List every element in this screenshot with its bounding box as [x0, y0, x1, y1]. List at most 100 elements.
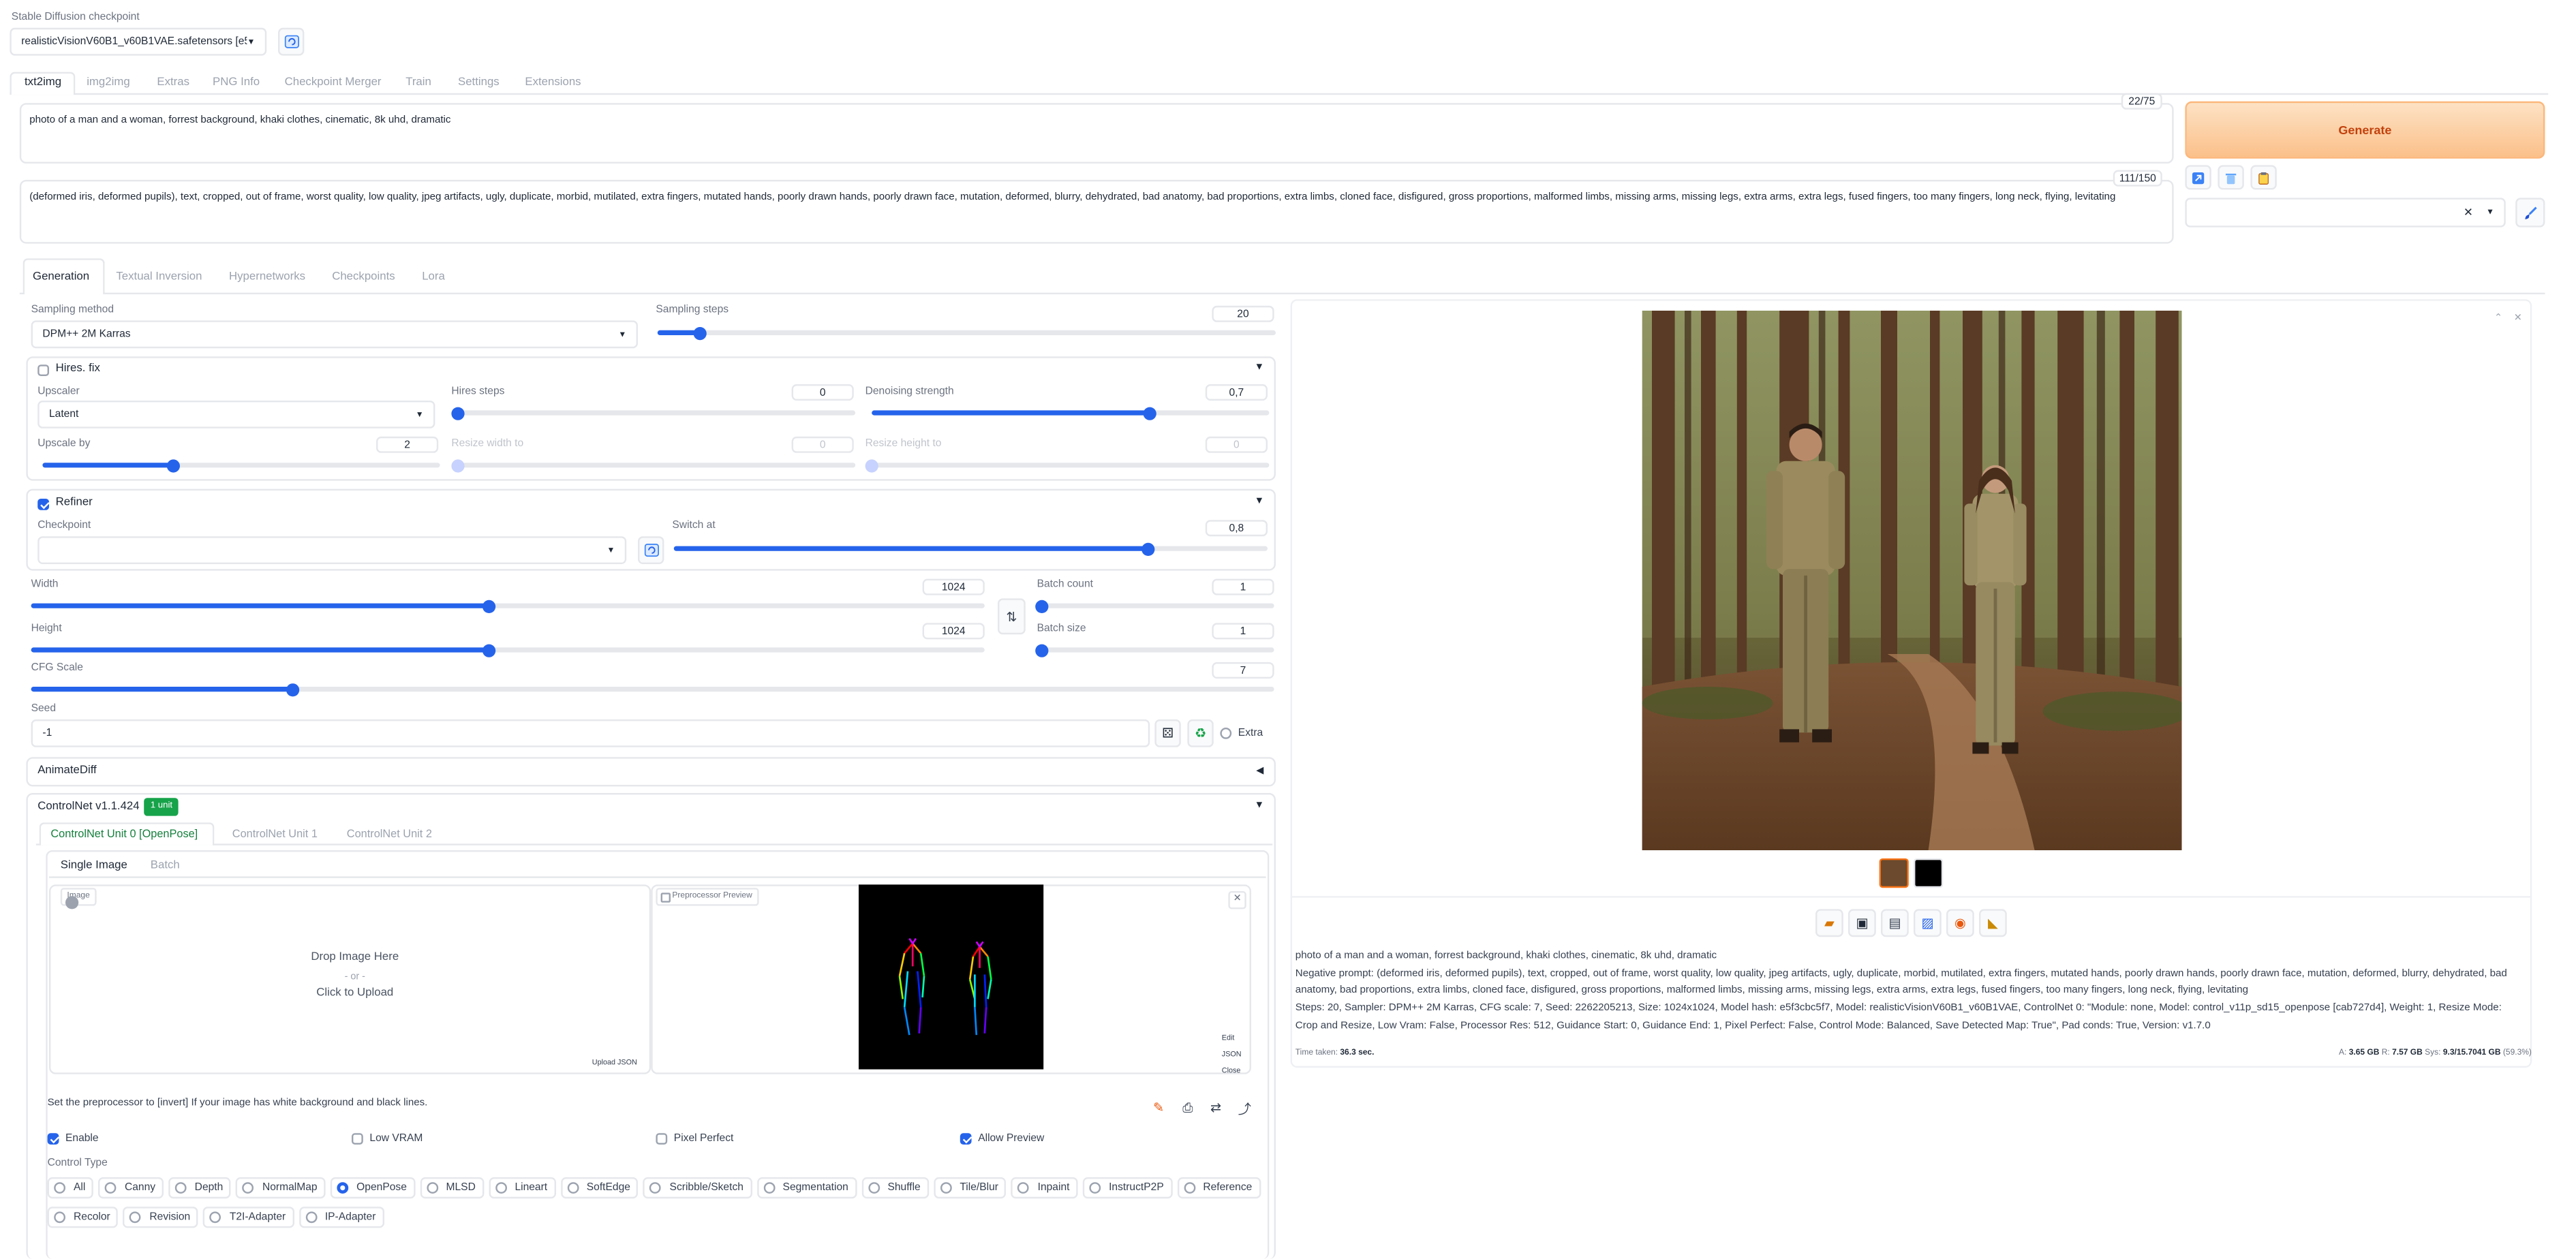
height-slider[interactable] [31, 643, 985, 657]
tab-controlnet-unit-0[interactable]: ControlNet Unit 0 [OpenPose] [50, 829, 198, 841]
radio-button[interactable] [305, 1211, 317, 1224]
radio-button[interactable] [426, 1182, 438, 1194]
tab-train[interactable]: Train [405, 77, 431, 89]
radio-button[interactable] [763, 1182, 775, 1194]
radio-button[interactable] [495, 1182, 507, 1194]
tab-single-image[interactable]: Single Image [61, 860, 127, 871]
control-type-openpose[interactable]: OpenPose [330, 1177, 415, 1199]
allow-preview-checkbox[interactable] [960, 1133, 972, 1145]
batch-count-slider[interactable] [1035, 599, 1274, 612]
clipboard-button[interactable] [2250, 165, 2277, 190]
hires-fix-checkbox[interactable] [37, 364, 49, 376]
styles-select[interactable]: ✕ ▼ [2185, 198, 2506, 228]
generate-button[interactable]: Generate [2185, 101, 2545, 159]
swap-dimensions-button[interactable]: ⇅ [998, 598, 1026, 635]
upload-json-button[interactable]: Upload JSON [592, 1058, 637, 1066]
control-type-all[interactable]: All [47, 1177, 94, 1199]
negative-prompt-textarea[interactable]: (deformed iris, deformed pupils), text, … [19, 180, 2174, 244]
control-type-inpaint[interactable]: Inpaint [1011, 1177, 1078, 1199]
tab-checkpoints[interactable]: Checkpoints [332, 271, 395, 283]
batch-size-slider[interactable] [1035, 643, 1274, 657]
swap-icon[interactable]: ⇄ [1210, 1100, 1221, 1115]
seed-input[interactable]: -1 [31, 719, 1150, 747]
control-type-scribble-sketch[interactable]: Scribble/Sketch [643, 1177, 752, 1199]
radio-button[interactable] [940, 1182, 952, 1194]
tab-lora[interactable]: Lora [422, 271, 445, 283]
enable-checkbox[interactable] [47, 1133, 59, 1145]
cfg-input[interactable]: 7 [1212, 662, 1274, 679]
resize-width-input[interactable]: 0 [791, 436, 854, 453]
sampling-steps-slider[interactable] [657, 326, 1276, 340]
trash-button[interactable] [2218, 165, 2244, 190]
expand-icon[interactable]: ◀ [1256, 765, 1263, 777]
switch-at-slider[interactable] [673, 542, 1268, 555]
close-gallery-icon[interactable]: ✕ [2514, 312, 2522, 324]
upscale-by-slider[interactable] [42, 458, 440, 472]
collapse-icon[interactable]: ▼ [1255, 363, 1264, 373]
upscale-by-input[interactable]: 2 [376, 436, 439, 453]
radio-button[interactable] [1183, 1182, 1195, 1194]
expand-gallery-icon[interactable]: ⌃ [2494, 312, 2502, 324]
switch-at-input[interactable]: 0,8 [1205, 520, 1268, 537]
tab-batch[interactable]: Batch [151, 860, 180, 871]
reuse-seed-button[interactable]: ♻ [1187, 719, 1214, 747]
control-type-instructp2p[interactable]: InstructP2P [1082, 1177, 1172, 1199]
checkpoint-select[interactable]: realisticVisionV60B1_v60B1VAE.safetensor… [10, 27, 267, 56]
camera-icon[interactable]: ⎙ [1182, 1100, 1193, 1117]
control-type-recolor[interactable]: Recolor [47, 1207, 119, 1228]
control-type-softedge[interactable]: SoftEdge [560, 1177, 639, 1199]
tab-controlnet-unit-2[interactable]: ControlNet Unit 2 [347, 829, 432, 841]
radio-button[interactable] [105, 1182, 117, 1194]
read-params-button[interactable] [2185, 165, 2211, 190]
pixel-perfect-checkbox[interactable] [656, 1133, 668, 1145]
refiner-checkpoint-select[interactable]: ▼ [37, 536, 627, 565]
animatediff-panel[interactable] [26, 757, 1276, 787]
control-type-mlsd[interactable]: MLSD [420, 1177, 484, 1199]
edit-styles-button[interactable] [2515, 198, 2545, 228]
save-button[interactable]: ▣ [1848, 909, 1876, 937]
radio-button[interactable] [54, 1211, 65, 1224]
refresh-refiner-button[interactable] [638, 536, 664, 565]
sampling-method-select[interactable]: DPM++ 2M Karras ▼ [31, 320, 639, 349]
control-type-normalmap[interactable]: NormalMap [236, 1177, 326, 1199]
resize-height-input[interactable]: 0 [1205, 436, 1268, 453]
clear-icon[interactable]: ✕ [2464, 206, 2473, 219]
radio-button[interactable] [649, 1182, 662, 1194]
height-input[interactable]: 1024 [922, 623, 985, 640]
thumbnail-pose-map[interactable] [1914, 858, 1944, 888]
control-type-t2i-adapter[interactable]: T2I-Adapter [203, 1207, 294, 1228]
resize-height-slider[interactable] [865, 458, 1270, 472]
tab-png-info[interactable]: PNG Info [213, 77, 260, 89]
hires-steps-slider[interactable] [451, 406, 856, 420]
tab-textual-inversion[interactable]: Textual Inversion [116, 271, 202, 283]
control-type-depth[interactable]: Depth [168, 1177, 232, 1199]
width-input[interactable]: 1024 [922, 578, 985, 595]
send-to-img2img-button[interactable]: ▨ [1914, 909, 1942, 937]
thumbnail-generated[interactable] [1879, 858, 1909, 888]
control-type-revision[interactable]: Revision [123, 1207, 199, 1228]
resize-width-slider[interactable] [451, 458, 856, 472]
radio-button[interactable] [210, 1211, 221, 1224]
open-folder-button[interactable]: ▰ [1815, 909, 1843, 937]
collapse-icon[interactable]: ▼ [1255, 497, 1264, 507]
radio-button[interactable] [337, 1182, 349, 1194]
cfg-slider[interactable] [31, 683, 1274, 696]
control-type-tile-blur[interactable]: Tile/Blur [933, 1177, 1007, 1199]
control-type-shuffle[interactable]: Shuffle [861, 1177, 929, 1199]
send-icon[interactable]: ⤴ [1238, 1100, 1251, 1118]
radio-button[interactable] [243, 1182, 254, 1194]
radio-button[interactable] [129, 1211, 142, 1224]
send-to-extras-button[interactable]: ◣ [1979, 909, 2007, 937]
extra-seed-checkbox[interactable] [1220, 728, 1232, 739]
json-button[interactable]: JSON [1222, 1050, 1242, 1058]
tab-extensions[interactable]: Extensions [525, 77, 581, 89]
batch-size-input[interactable]: 1 [1212, 623, 1274, 640]
batch-count-input[interactable]: 1 [1212, 578, 1274, 595]
radio-button[interactable] [868, 1182, 880, 1194]
control-type-reference[interactable]: Reference [1176, 1177, 1261, 1199]
edit-button[interactable]: Edit [1222, 1033, 1235, 1042]
tab-checkpoint-merger[interactable]: Checkpoint Merger [285, 77, 382, 89]
low-vram-checkbox[interactable] [352, 1133, 363, 1145]
send-to-inpaint-button[interactable]: ◉ [1946, 909, 1974, 937]
control-type-canny[interactable]: Canny [98, 1177, 164, 1199]
